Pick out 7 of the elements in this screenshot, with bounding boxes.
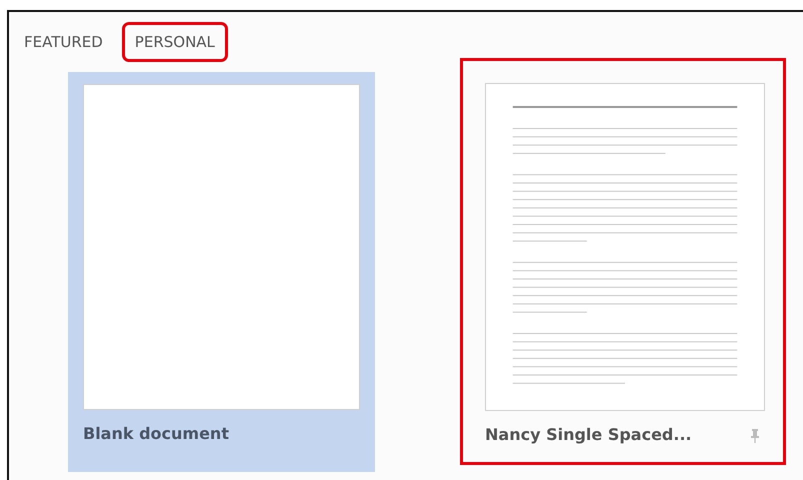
tab[interactable]: FEATURED: [11, 22, 116, 62]
template-card[interactable]: Nancy Single Spaced...: [460, 58, 786, 465]
template-title: Nancy Single Spaced...: [485, 424, 692, 446]
template-card[interactable]: Blank document: [68, 72, 375, 472]
pin-icon[interactable]: [751, 428, 759, 443]
tab[interactable]: PERSONAL: [122, 22, 228, 62]
template-title: Blank document: [83, 423, 229, 445]
